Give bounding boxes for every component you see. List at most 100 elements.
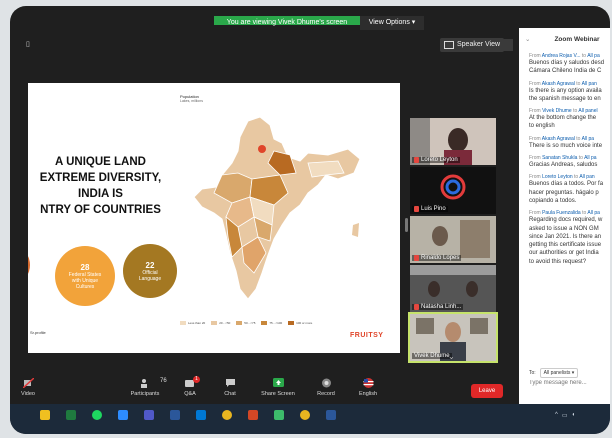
viewing-message: You are viewing Vivek Dhume's screen	[214, 16, 360, 26]
message-text: Buenos días y saludos desd	[529, 60, 605, 66]
legend-item: 20 - <50	[211, 321, 230, 325]
message-text: Cámara Chileno India de C	[529, 68, 602, 75]
share-screen-icon	[272, 378, 284, 388]
meeting-toolbar: Video Participants 76 Q&A 1 Chat Share S…	[10, 376, 518, 404]
record-button[interactable]: Record	[308, 378, 344, 397]
map-subtitle: Lakes, millions	[180, 99, 203, 103]
stat-circle-languages: 22 Official Language	[123, 244, 177, 298]
message-text: Regarding docs required, w	[529, 217, 603, 224]
video-thumbnail[interactable]: Luis Pino	[410, 167, 496, 214]
recipient-select[interactable]: All panelists ▾	[539, 368, 579, 378]
message-text: getting this certificate issue	[529, 242, 602, 249]
chrome-icon[interactable]	[300, 410, 310, 420]
spotify-icon[interactable]	[92, 410, 102, 420]
slide-attribution: Sr.profile	[30, 330, 46, 335]
file-explorer-icon[interactable]	[40, 410, 50, 420]
video-button[interactable]: Video	[10, 377, 46, 397]
participant-name-label: Rinaldo Lopes	[421, 255, 460, 261]
word-icon[interactable]	[170, 410, 180, 420]
participant-name-label: Loreto Leyton	[421, 157, 458, 163]
to-label: to	[576, 80, 581, 87]
legend-item: 50 - <75	[236, 321, 255, 325]
legend-label: 100 or more	[296, 321, 313, 325]
teams-icon[interactable]	[144, 410, 154, 420]
share-screen-label: Share Screen	[261, 391, 295, 397]
message-text: the spanish message to en	[529, 95, 601, 102]
sidebar-toggle-icon[interactable]: ▯	[26, 40, 34, 49]
chat-button[interactable]: Chat	[212, 378, 248, 397]
to-label: to	[576, 135, 581, 142]
chat-label: Chat	[224, 391, 236, 397]
from-label: From	[529, 80, 541, 87]
message-text: asked to issue a NON GM	[529, 225, 599, 232]
message-text: There is so much voice inte	[529, 142, 603, 149]
legend-label: 50 - <75	[244, 321, 256, 325]
participants-button[interactable]: Participants	[127, 378, 163, 397]
speaker-view-button[interactable]: Speaker View	[440, 38, 505, 52]
map-legend: Less than 20 20 - <50 50 - <75 75 - <100…	[180, 321, 312, 325]
chevron-down-icon[interactable]: ⌄	[448, 352, 455, 361]
from-label: From	[529, 135, 541, 142]
shared-slide: A UNIQUE LAND EXTREME DIVERSITY, INDIA I…	[28, 83, 400, 353]
leave-button[interactable]: Leave	[471, 384, 503, 398]
participant-name-label: Luis Pino	[421, 206, 446, 212]
video-thumbnail[interactable]: Rinaldo Lopes	[410, 216, 496, 263]
mic-muted-icon	[414, 255, 419, 261]
chat-panel: ⌄ Zoom Webinar From Andrea Rojas V... to…	[519, 28, 610, 404]
participants-count: 76	[160, 378, 167, 384]
panel-resize-handle[interactable]	[405, 218, 408, 232]
english-label: English	[358, 391, 378, 397]
legend-label: Less than 20	[188, 321, 206, 325]
mic-muted-icon	[414, 157, 419, 163]
video-thumbnail[interactable]: Natasha Linh...	[410, 265, 496, 312]
participant-name: Luis Pino	[412, 206, 448, 212]
chat-input[interactable]	[529, 380, 609, 386]
network-icon[interactable]: ▭	[562, 412, 568, 419]
message-text: At the bottom change the	[529, 115, 597, 122]
chat-message: From Vivek Dhume to All panel At the bott…	[529, 108, 610, 131]
chat-header: ⌄ Zoom Webinar	[519, 28, 610, 50]
message-text: copiando a todos.	[529, 197, 577, 204]
title-line: A UNIQUE LAND	[55, 156, 146, 168]
chevron-up-icon[interactable]: ^	[555, 412, 558, 419]
island-region	[352, 223, 359, 237]
participants-icon	[140, 378, 151, 388]
location-pin-icon	[258, 145, 266, 153]
title-line: INDIA IS	[78, 188, 123, 200]
zoom-icon[interactable]	[118, 410, 128, 420]
volume-icon[interactable]: ◖	[572, 412, 576, 419]
participants-label: Participants	[130, 391, 160, 397]
outlook-icon[interactable]	[196, 410, 206, 420]
viewing-banner: You are viewing Vivek Dhume's screen Vie…	[214, 16, 424, 30]
us-flag-icon	[363, 378, 374, 388]
message-text: since Jan 2021. Is there an	[529, 233, 602, 240]
view-options-button[interactable]: View Options ▾	[360, 16, 424, 30]
chevron-down-icon[interactable]: ⌄	[525, 35, 530, 43]
message-text: Is there is any option availa	[529, 87, 602, 94]
country-outline	[193, 116, 361, 300]
qa-button[interactable]: Q&A	[172, 378, 208, 397]
powerpoint-icon[interactable]	[248, 410, 258, 420]
fullscreen-button[interactable]	[503, 39, 513, 51]
chrome-icon[interactable]	[222, 410, 232, 420]
participant-name: Rinaldo Lopes	[412, 255, 462, 261]
stat-number: 22	[145, 260, 155, 270]
legend-item: Less than 20	[180, 321, 205, 325]
participant-name-label: Natasha Linh...	[421, 304, 462, 310]
recipient-name: All pa	[581, 135, 595, 142]
app-icon[interactable]	[274, 410, 284, 420]
grid-icon	[444, 41, 454, 49]
chat-title: Zoom Webinar	[554, 35, 600, 43]
sender-name: Akash Agrawal	[541, 135, 575, 142]
message-text: to avoid this request?	[529, 258, 587, 265]
slide-title: A UNIQUE LAND EXTREME DIVERSITY, INDIA I…	[28, 154, 173, 218]
map-title: Population Lakes, millions	[180, 94, 203, 103]
stat-circle-states: 28 Federal States with Unique Cultures	[55, 246, 115, 306]
excel-icon[interactable]	[66, 410, 76, 420]
interpretation-button[interactable]: English	[350, 378, 386, 397]
share-screen-button[interactable]: Share Screen	[260, 378, 296, 397]
video-thumbnail[interactable]: Loreto Leyton	[410, 118, 496, 165]
mic-muted-icon	[414, 304, 419, 310]
word-icon[interactable]	[326, 410, 336, 420]
mic-muted-icon	[414, 206, 419, 212]
